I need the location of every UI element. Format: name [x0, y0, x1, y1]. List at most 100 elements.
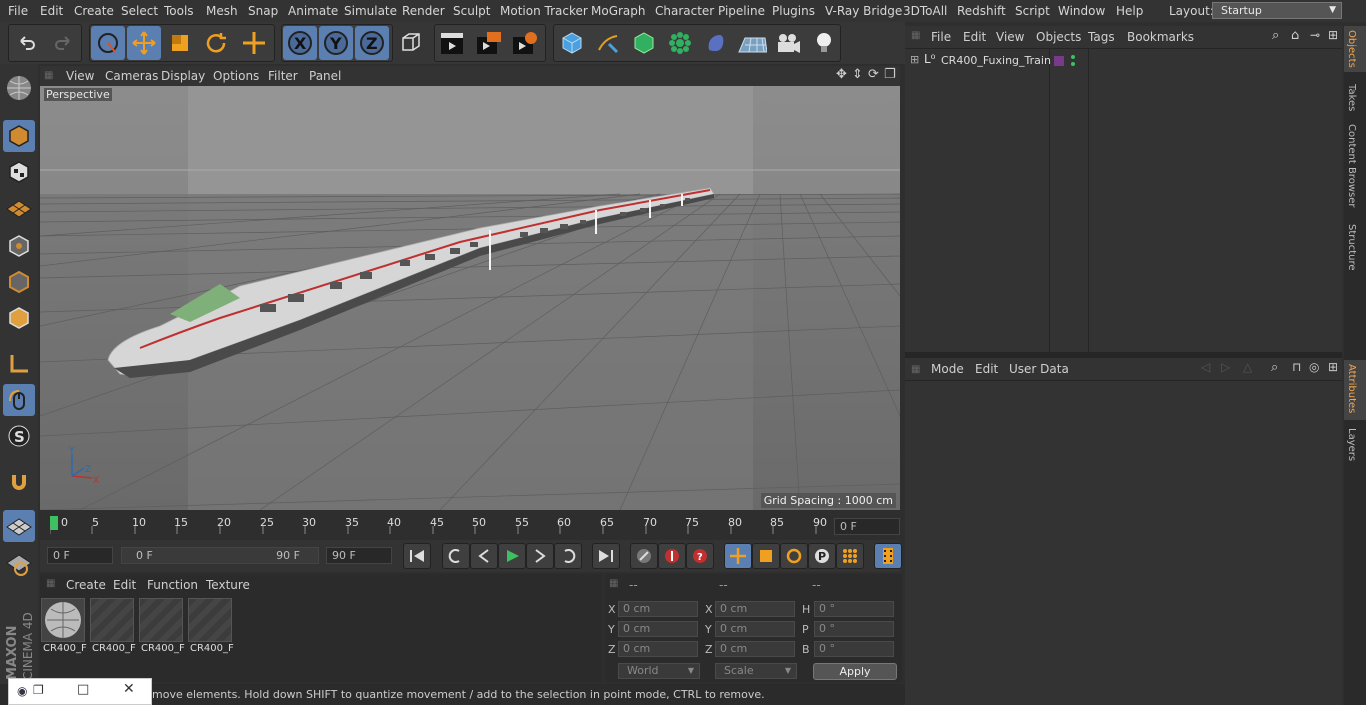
viewport-3d[interactable]: Y Z X Perspective Grid Spacing : 1000 cm [40, 86, 900, 510]
floor-icon[interactable] [735, 26, 769, 60]
current-frame-field[interactable]: 0 F [834, 518, 900, 535]
rotation-b-field[interactable]: 0 ° [814, 641, 894, 657]
start-frame-field[interactable]: 0 F [47, 547, 113, 564]
tab-attributes[interactable]: Attributes [1346, 364, 1357, 413]
next-frame-icon[interactable] [526, 543, 554, 569]
viewport-nav-zoom-icon[interactable]: ⇕ [852, 67, 863, 82]
rotation-p-field[interactable]: 0 ° [814, 621, 894, 637]
attr-menu-mode[interactable]: Mode [931, 362, 964, 376]
auto-key-icon[interactable]: ? [686, 543, 714, 569]
menu-snap[interactable]: Snap [248, 4, 278, 18]
go-to-end-icon[interactable] [592, 543, 620, 569]
object-menu-bookmarks[interactable]: Bookmarks [1127, 30, 1194, 44]
menu-simulate[interactable]: Simulate [344, 4, 397, 18]
restore-icon[interactable]: ❐ [33, 683, 44, 697]
viewport-menu-filter[interactable]: Filter [268, 69, 298, 83]
viewport-menu-options[interactable]: Options [213, 69, 259, 83]
size-z-field[interactable]: 0 cm [715, 641, 795, 657]
camera-icon[interactable] [771, 26, 805, 60]
tab-content-browser[interactable]: Content Browser [1346, 124, 1357, 207]
attr-menu-user-data[interactable]: User Data [1009, 362, 1069, 376]
size-mode-dropdown[interactable]: Scale ▼ [715, 663, 797, 679]
link-icon[interactable]: ⊸ [1310, 28, 1320, 42]
subdivision-icon[interactable] [627, 26, 661, 60]
workplane-lock-icon[interactable] [3, 510, 35, 542]
menu-window[interactable]: Window [1058, 4, 1105, 18]
object-menu-view[interactable]: View [996, 30, 1024, 44]
object-menu-objects[interactable]: Objects [1036, 30, 1081, 44]
menu-motion-tracker[interactable]: Motion Tracker [500, 4, 588, 18]
deformer-icon[interactable] [699, 26, 733, 60]
target-icon[interactable]: ◎ [1309, 360, 1319, 374]
layer-color-swatch[interactable] [1054, 56, 1064, 66]
frame-range-slider[interactable]: 0 F 90 F [121, 547, 319, 564]
object-menu-tags[interactable]: Tags [1088, 30, 1115, 44]
object-menu-edit[interactable]: Edit [963, 30, 986, 44]
previous-frame-icon[interactable] [470, 543, 498, 569]
search-icon[interactable]: ⌕ [1272, 28, 1279, 43]
make-editable-icon[interactable] [3, 72, 35, 104]
menu-script[interactable]: Script [1015, 4, 1050, 18]
play-icon[interactable] [498, 543, 526, 569]
quantize-icon[interactable] [3, 548, 35, 580]
workplane-icon[interactable] [3, 192, 35, 224]
forward-arrow-icon[interactable]: ▷ [1221, 360, 1230, 374]
undo-icon[interactable] [10, 26, 44, 60]
tab-objects[interactable]: Objects [1346, 30, 1357, 68]
record-icon[interactable] [658, 543, 686, 569]
viewport-maximize-icon[interactable]: ❐ [884, 67, 896, 82]
menu-tools[interactable]: Tools [164, 4, 194, 18]
tab-layers[interactable]: Layers [1346, 428, 1357, 461]
snap-magnet-icon[interactable] [3, 466, 35, 498]
keyframe-selection-icon[interactable] [630, 543, 658, 569]
search-icon[interactable]: ⌕ [1271, 360, 1278, 375]
render-view-icon[interactable] [436, 26, 470, 60]
texture-mode-icon[interactable] [3, 156, 35, 188]
material-menu-texture[interactable]: Texture [206, 578, 250, 592]
solo-icon[interactable]: S [3, 420, 35, 452]
size-x-field[interactable]: 0 cm [715, 601, 795, 617]
z-axis-icon[interactable]: Z [355, 26, 389, 60]
material-thumbnail[interactable] [139, 598, 183, 642]
render-settings-icon[interactable] [508, 26, 542, 60]
menu-redshift[interactable]: Redshift [957, 4, 1006, 18]
expand-icon[interactable]: ⊞ [910, 53, 919, 66]
apply-button[interactable]: Apply [813, 663, 897, 680]
close-icon[interactable]: ✕ [123, 681, 135, 697]
key-position-icon[interactable] [724, 543, 752, 569]
maximize-icon[interactable]: □ [77, 682, 89, 697]
menu-help[interactable]: Help [1116, 4, 1143, 18]
new-window-icon[interactable]: ⊞ [1328, 360, 1338, 374]
next-key-icon[interactable] [554, 543, 582, 569]
position-x-field[interactable]: 0 cm [618, 601, 698, 617]
end-frame-field[interactable]: 90 F [326, 547, 392, 564]
material-thumbnail[interactable] [90, 598, 134, 642]
viewport-menu-cameras[interactable]: Cameras [105, 69, 158, 83]
menu-mesh[interactable]: Mesh [206, 4, 238, 18]
transform-icon[interactable] [237, 26, 271, 60]
axis-mode-icon[interactable] [3, 348, 35, 380]
tab-takes[interactable]: Takes [1346, 84, 1357, 111]
coordinate-system-icon[interactable] [393, 26, 427, 60]
new-window-icon[interactable]: ⊞ [1328, 28, 1338, 42]
menu-create[interactable]: Create [74, 4, 114, 18]
timeline-ruler[interactable]: 0 5 10 15 20 25 30 35 40 45 50 55 60 65 … [40, 512, 900, 536]
viewport-menu-display[interactable]: Display [161, 69, 205, 83]
menu-select[interactable]: Select [121, 4, 158, 18]
mograph-cloner-icon[interactable] [663, 26, 697, 60]
viewport-nav-rotate-icon[interactable]: ⟳ [868, 67, 879, 82]
material-thumbnail[interactable] [188, 598, 232, 642]
home-icon[interactable]: ⌂ [1291, 28, 1299, 43]
rotate-icon[interactable] [199, 26, 233, 60]
pen-spline-icon[interactable] [591, 26, 625, 60]
timeline-window-icon[interactable] [874, 543, 902, 569]
y-axis-icon[interactable]: Y [319, 26, 353, 60]
object-menu-file[interactable]: File [931, 30, 951, 44]
up-arrow-icon[interactable]: △ [1243, 360, 1252, 374]
layout-dropdown[interactable]: Startup ▼ [1212, 2, 1342, 19]
cube-icon[interactable] [555, 26, 589, 60]
key-pla-icon[interactable] [836, 543, 864, 569]
previous-key-icon[interactable] [442, 543, 470, 569]
menu-file[interactable]: File [8, 4, 28, 18]
material-menu-edit[interactable]: Edit [113, 578, 136, 592]
